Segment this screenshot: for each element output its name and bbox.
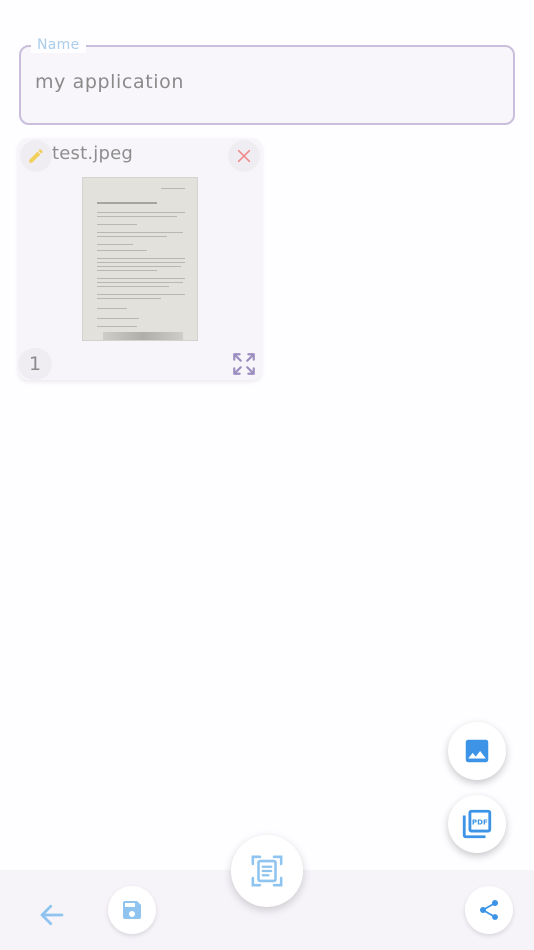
expand-preview-button[interactable] — [228, 348, 260, 380]
add-pdf-button[interactable]: PDF — [448, 795, 506, 853]
fullscreen-icon — [233, 353, 255, 375]
document-thumbnail[interactable] — [82, 177, 198, 341]
arrow-left-icon — [40, 904, 64, 926]
page-number-badge: 1 — [18, 348, 52, 380]
close-icon — [237, 149, 251, 163]
file-name: test.jpeg — [52, 143, 134, 164]
remove-file-button[interactable] — [228, 140, 260, 172]
pencil-icon — [29, 149, 43, 163]
save-button[interactable] — [108, 886, 156, 934]
edit-file-name-button[interactable] — [20, 140, 52, 172]
save-icon — [123, 901, 141, 919]
name-input[interactable] — [35, 71, 495, 93]
document-scanner-icon — [251, 855, 283, 887]
scan-document-button[interactable] — [231, 835, 303, 907]
pdf-icon: PDF — [462, 809, 492, 839]
name-field[interactable]: Name — [19, 37, 515, 125]
svg-text:PDF: PDF — [472, 817, 488, 826]
file-card[interactable]: test.jpeg 1 — [18, 138, 262, 380]
name-field-label: Name — [31, 37, 86, 53]
share-button[interactable] — [465, 886, 513, 934]
image-icon — [465, 739, 489, 763]
add-image-button[interactable] — [448, 722, 506, 780]
back-button[interactable] — [30, 897, 74, 933]
share-icon — [479, 899, 499, 920]
